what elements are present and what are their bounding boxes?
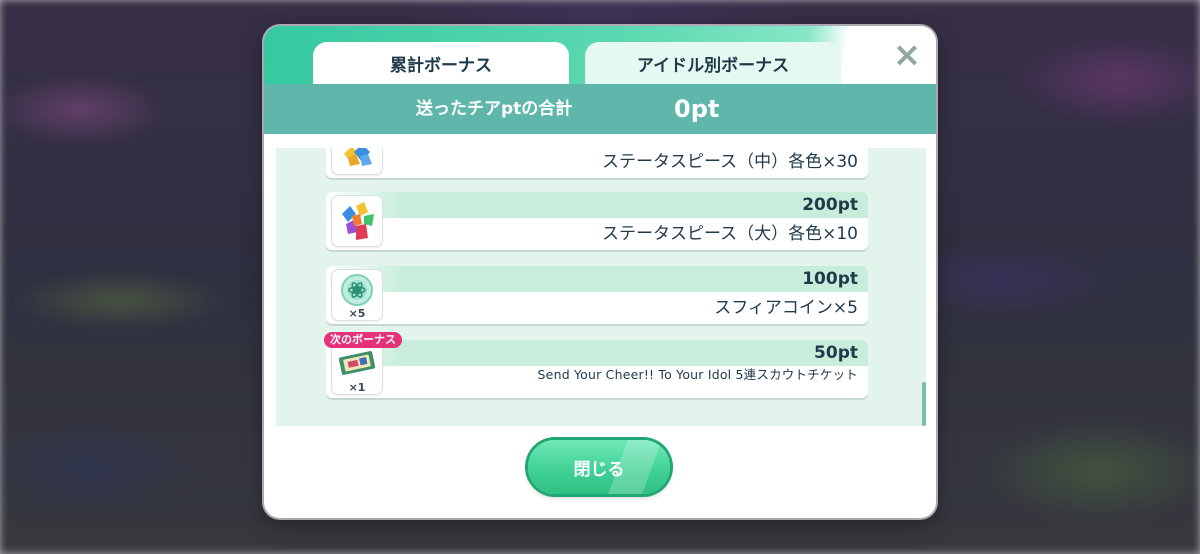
reward-row: ステータスピース（中）各色×30 xyxy=(326,148,868,178)
close-button-label: 閉じる xyxy=(573,459,625,480)
reward-row: 100pt スフィアコイン×5 ×5 xyxy=(326,266,868,324)
cheer-bonus-dialog: 累計ボーナス アイドル別ボーナス × 送ったチアptの合計 0pt ステータスピ… xyxy=(264,26,936,518)
close-button[interactable]: 閉じる xyxy=(528,440,670,494)
cheer-points-summary: 送ったチアptの合計 0pt xyxy=(264,84,936,134)
dialog-header: 累計ボーナス アイドル別ボーナス × xyxy=(264,26,936,106)
summary-label: 送ったチアptの合計 xyxy=(416,99,573,119)
reward-list[interactable]: ステータスピース（中）各色×30 200pt ステータスピース（大）各色×10 xyxy=(276,148,926,426)
tab-idol-bonus[interactable]: アイドル別ボーナス xyxy=(585,42,841,84)
gem-cluster-medium-icon xyxy=(332,148,382,174)
summary-value: 0pt xyxy=(674,95,720,123)
reward-quantity: ×5 xyxy=(348,307,366,320)
scout-ticket-icon: ×1 xyxy=(332,344,382,394)
next-bonus-badge: 次のボーナス xyxy=(324,332,402,348)
reward-row: 50pt Send Your Cheer!! To Your Idol 5連スカ… xyxy=(326,340,868,398)
gem-cluster-large-icon xyxy=(332,196,382,246)
reward-points: 100pt xyxy=(802,269,858,289)
list-scrollbar[interactable] xyxy=(922,382,926,426)
sphere-coin-icon: ×5 xyxy=(332,270,382,320)
reward-row: 200pt ステータスピース（大）各色×10 xyxy=(326,192,868,250)
points-band xyxy=(326,266,868,292)
tab-label: 累計ボーナス xyxy=(390,55,492,76)
reward-points: 200pt xyxy=(802,195,858,215)
reward-points: 50pt xyxy=(814,343,858,363)
tab-label: アイドル別ボーナス xyxy=(636,55,790,76)
points-band xyxy=(326,192,868,218)
reward-name: Send Your Cheer!! To Your Idol 5連スカウトチケッ… xyxy=(537,367,858,382)
reward-quantity: ×1 xyxy=(348,381,366,394)
close-icon[interactable]: × xyxy=(890,38,924,72)
reward-name: ステータスピース（中）各色×30 xyxy=(601,152,858,172)
reward-name: スフィアコイン×5 xyxy=(714,298,858,318)
points-band xyxy=(326,340,868,366)
reward-name: ステータスピース（大）各色×10 xyxy=(601,224,858,244)
tab-cumulative-bonus[interactable]: 累計ボーナス xyxy=(313,42,569,84)
